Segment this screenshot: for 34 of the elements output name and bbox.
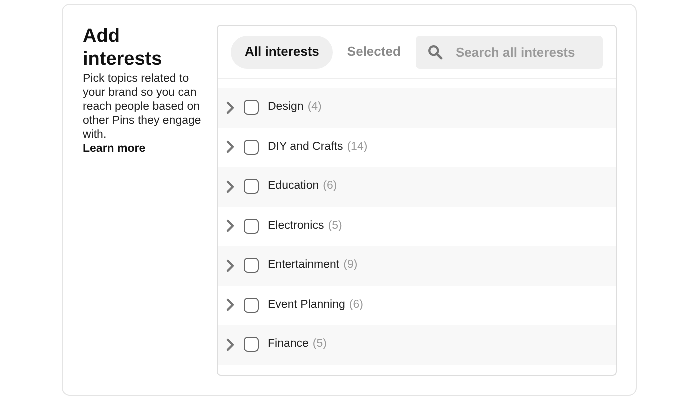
chevron-right-icon[interactable] xyxy=(226,298,236,312)
interest-count: (4) xyxy=(308,100,322,116)
checkbox[interactable] xyxy=(244,140,259,155)
checkbox[interactable] xyxy=(244,179,259,194)
interest-name: DIY and Crafts xyxy=(268,140,344,155)
interest-count: (6) xyxy=(323,179,338,194)
description-text: Pick topics related to your brand so you can reach people based on other Pins they engage with. xyxy=(83,72,202,142)
interest-name: Event Planning xyxy=(268,298,346,313)
section-title: Add interests xyxy=(83,25,164,71)
chevron-right-icon[interactable] xyxy=(226,180,236,194)
interest-name: Design xyxy=(268,100,304,116)
chevron-right-icon[interactable] xyxy=(226,338,236,352)
checkbox[interactable] xyxy=(244,100,259,116)
interest-name: Electronics xyxy=(268,218,324,234)
interest-name: Education xyxy=(268,179,320,194)
chevron-right-icon[interactable] xyxy=(226,219,236,234)
interest-name: Finance xyxy=(268,337,309,352)
chevron-right-icon[interactable] xyxy=(226,140,236,154)
chevron-right-icon[interactable] xyxy=(226,100,236,115)
checkbox[interactable] xyxy=(244,337,259,352)
filter-tab[interactable]: All interests xyxy=(231,36,334,68)
interest-name: Entertainment xyxy=(268,258,340,274)
learn-more-link[interactable]: Learn more xyxy=(83,142,146,156)
search-icon xyxy=(428,44,443,60)
checkbox[interactable] xyxy=(244,258,259,274)
checkbox[interactable] xyxy=(244,218,259,234)
interest-count: (14) xyxy=(347,140,368,155)
search-field[interactable]: Search all interests xyxy=(416,36,603,68)
interest-count: (6) xyxy=(349,298,364,313)
interest-count: (5) xyxy=(312,337,327,352)
interest-count: (9) xyxy=(344,258,358,274)
chevron-right-icon[interactable] xyxy=(226,258,236,273)
checkbox[interactable] xyxy=(244,298,259,313)
interest-count: (5) xyxy=(328,218,342,234)
